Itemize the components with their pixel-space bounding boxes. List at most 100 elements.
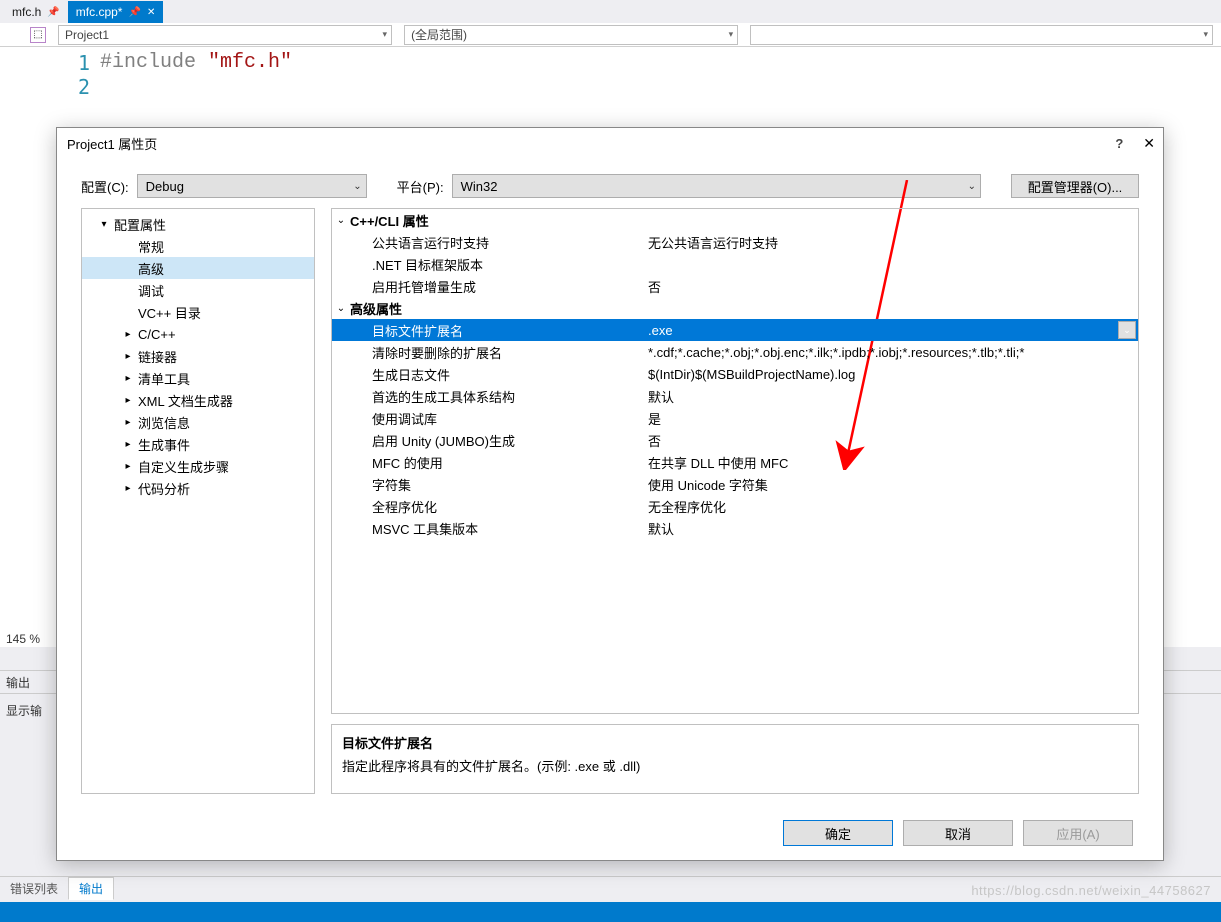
config-manager-button[interactable]: 配置管理器(O)... [1011,174,1139,198]
config-label: 配置(C): [81,177,129,196]
zoom-level[interactable]: 145 % [0,630,46,648]
tree-item[interactable]: 调试 [82,279,314,301]
property-name: 字符集 [350,475,646,494]
group-title: C++/CLI 属性 [350,211,650,230]
tree-item[interactable]: 代码分析 [82,477,314,499]
tree-item[interactable]: 浏览信息 [82,411,314,433]
scope-left-label: Project1 [65,28,109,42]
property-value: 否 [646,277,1138,296]
property-row[interactable]: 首选的生成工具体系结构默认 [332,385,1138,407]
property-name: MFC 的使用 [350,453,646,472]
tree-item[interactable]: C/C++ [82,323,314,345]
tree-item-label: C/C++ [138,327,176,342]
code-string: "mfc.h" [208,51,292,74]
property-name: 清除时要删除的扩展名 [350,343,646,362]
output-title: 输出 [6,674,30,691]
property-group-header[interactable]: ⌄C++/CLI 属性 [332,209,1138,231]
property-row[interactable]: MSVC 工具集版本默认 [332,517,1138,539]
category-tree[interactable]: 配置属性常规高级调试VC++ 目录 C/C++ 链接器清单工具 XML 文档生成器浏览… [81,208,315,794]
property-grid-pane: ⌄C++/CLI 属性公共语言运行时支持无公共语言运行时支持.NET 目标框架版… [331,208,1139,794]
property-name: 首选的生成工具体系结构 [350,387,646,406]
platform-value: Win32 [461,179,498,194]
tree-item[interactable]: 配置属性 [82,213,314,235]
tree-item-label: 配置属性 [114,215,166,234]
tree-item-label: 链接器 [138,347,177,366]
close-icon[interactable]: ✕ [1143,135,1155,152]
property-row[interactable]: 生成日志文件$(IntDir)$(MSBuildProjectName).log [332,363,1138,385]
pin-icon: 📌 [128,7,140,18]
property-name: 生成日志文件 [350,365,646,384]
platform-combo[interactable]: Win32 ⌄ [452,174,981,198]
chevron-down-icon: ▾ [383,29,388,40]
property-name: .NET 目标框架版本 [350,255,646,274]
property-group-header[interactable]: ⌄高级属性 [332,297,1138,319]
property-value: 默认 [646,387,1138,406]
property-value: *.cdf;*.cache;*.obj;*.obj.enc;*.ilk;*.ip… [646,345,1138,360]
apply-label: 应用(A) [1056,824,1099,843]
property-row[interactable]: 目标文件扩展名.exe⌄ [332,319,1138,341]
property-row[interactable]: 清除时要删除的扩展名*.cdf;*.cache;*.obj;*.obj.enc;… [332,341,1138,363]
cancel-button[interactable]: 取消 [903,820,1013,846]
property-name: 使用调试库 [350,409,646,428]
tree-item[interactable]: 清单工具 [82,367,314,389]
tree-item-label: 自定义生成步骤 [138,457,229,476]
tab-mfc-cpp[interactable]: mfc.cpp* 📌 ✕ [68,1,164,23]
line-number: 2 [0,75,90,99]
property-pages-dialog: Project1 属性页 ? ✕ 配置(C): Debug ⌄ 平台(P): W… [56,127,1164,861]
tree-item[interactable]: VC++ 目录 [82,301,314,323]
chevron-down-icon: ⌄ [968,181,976,192]
collapse-icon[interactable]: ⌄ [332,303,350,314]
help-button[interactable]: ? [1115,136,1123,151]
collapse-icon[interactable]: ⌄ [332,215,350,226]
dropdown-button[interactable]: ⌄ [1118,321,1136,339]
description-text: 指定此程序将具有的文件扩展名。(示例: .exe 或 .dll) [342,756,1128,775]
tree-item[interactable]: 自定义生成步骤 [82,455,314,477]
property-grid[interactable]: ⌄C++/CLI 属性公共语言运行时支持无公共语言运行时支持.NET 目标框架版… [331,208,1139,714]
tab-mfc-h[interactable]: mfc.h 📌 [4,1,68,23]
tree-item[interactable]: 生成事件 [82,433,314,455]
tree-item-label: XML 文档生成器 [138,391,233,410]
property-row[interactable]: 公共语言运行时支持无公共语言运行时支持 [332,231,1138,253]
property-row[interactable]: .NET 目标框架版本 [332,253,1138,275]
tree-item[interactable]: 链接器 [82,345,314,367]
bottom-tab-bar: 错误列表 输出 [0,876,1221,900]
tree-item[interactable]: XML 文档生成器 [82,389,314,411]
ok-label: 确定 [825,824,851,843]
property-value: 在共享 DLL 中使用 MFC [646,453,1138,472]
property-row[interactable]: 字符集使用 Unicode 字符集 [332,473,1138,495]
chevron-down-icon: ▾ [729,29,734,40]
property-value: 无全程序优化 [646,497,1138,516]
dialog-button-row: 确定 取消 应用(A) [57,806,1163,860]
property-row[interactable]: 使用调试库是 [332,407,1138,429]
apply-button[interactable]: 应用(A) [1023,820,1133,846]
ok-button[interactable]: 确定 [783,820,893,846]
tree-item[interactable]: 常规 [82,235,314,257]
property-name: MSVC 工具集版本 [350,519,646,538]
property-row[interactable]: 全程序优化无全程序优化 [332,495,1138,517]
group-title: 高级属性 [350,299,650,318]
property-row[interactable]: 启用 Unity (JUMBO)生成否 [332,429,1138,451]
close-icon[interactable]: ✕ [147,7,155,18]
editor-nav-bar: ⬚ Project1 ▾ (全局范围) ▾ ▾ [0,23,1221,47]
tab-label: mfc.h [12,5,41,19]
config-combo[interactable]: Debug ⌄ [137,174,367,198]
property-name: 全程序优化 [350,497,646,516]
property-name: 启用托管增量生成 [350,277,646,296]
scope-dropdown-right[interactable]: (全局范围) ▾ [404,25,738,45]
tree-item[interactable]: 高级 [82,257,314,279]
tree-item-label: 生成事件 [138,435,190,454]
property-row[interactable]: 启用托管增量生成否 [332,275,1138,297]
scope-dropdown-left[interactable]: Project1 ▾ [58,25,392,45]
property-row[interactable]: MFC 的使用在共享 DLL 中使用 MFC [332,451,1138,473]
cancel-label: 取消 [945,824,971,843]
code-keyword: #include [100,51,208,74]
bottom-tab-error-list[interactable]: 错误列表 [0,878,68,899]
line-number: 1 [0,51,90,75]
config-manager-label: 配置管理器(O)... [1028,177,1123,196]
project-icon: ⬚ [30,27,46,43]
chevron-down-icon: ▾ [1203,29,1208,40]
scope-dropdown-extra[interactable]: ▾ [750,25,1213,45]
property-name: 启用 Unity (JUMBO)生成 [350,431,646,450]
property-value: 默认 [646,519,1138,538]
bottom-tab-output[interactable]: 输出 [68,877,114,900]
